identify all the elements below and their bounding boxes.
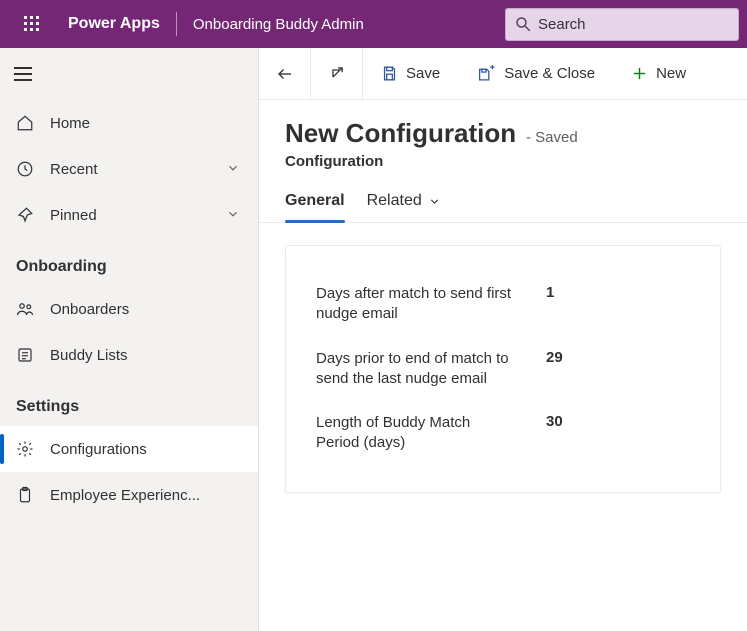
new-label: New xyxy=(656,65,686,82)
field-value[interactable]: 1 xyxy=(546,284,576,301)
save-close-label: Save & Close xyxy=(504,65,595,82)
save-close-icon xyxy=(476,65,496,82)
page-title: New Configuration xyxy=(285,118,516,148)
sidebar-group-onboarding: Onboarding xyxy=(0,238,258,286)
chevron-down-icon xyxy=(226,161,242,177)
sidebar-item-employee-experience[interactable]: Employee Experienc... xyxy=(0,472,258,518)
sidebar-item-label: Home xyxy=(50,115,242,132)
sidebar-item-label: Pinned xyxy=(50,207,226,224)
popout-icon xyxy=(328,65,345,82)
command-bar: Save Save & Close New xyxy=(259,48,747,100)
pin-icon xyxy=(16,206,42,224)
tab-label: General xyxy=(285,192,345,210)
tabs: General Related xyxy=(259,170,747,223)
page-header: New Configuration - Saved Configuration xyxy=(259,100,747,170)
header-divider xyxy=(176,12,177,36)
waffle-icon[interactable] xyxy=(8,0,56,48)
search-input[interactable] xyxy=(532,16,737,33)
search-icon xyxy=(514,15,532,33)
save-label: Save xyxy=(406,65,440,82)
plus-icon xyxy=(631,65,648,82)
sidebar-item-label: Employee Experienc... xyxy=(50,487,242,504)
sidebar-item-label: Buddy Lists xyxy=(50,347,242,364)
field-value[interactable]: 29 xyxy=(546,349,576,366)
sidebar-item-label: Recent xyxy=(50,161,226,178)
field-label: Length of Buddy Match Period (days) xyxy=(316,413,516,454)
tab-general[interactable]: General xyxy=(285,192,345,222)
field-row: Days after match to send first nudge ema… xyxy=(316,272,690,337)
sidebar-item-home[interactable]: Home xyxy=(0,100,258,146)
field-label: Days after match to send first nudge ema… xyxy=(316,284,516,325)
sidebar-item-pinned[interactable]: Pinned xyxy=(0,192,258,238)
sidebar-item-buddy-lists[interactable]: Buddy Lists xyxy=(0,332,258,378)
open-new-window-button[interactable] xyxy=(311,48,363,100)
clock-icon xyxy=(16,160,42,178)
sidebar-item-configurations[interactable]: Configurations xyxy=(0,426,258,472)
save-button[interactable]: Save xyxy=(363,48,458,100)
page-state: - Saved xyxy=(526,129,578,146)
entity-name: Configuration xyxy=(285,153,721,170)
tab-label: Related xyxy=(367,192,422,210)
chevron-down-icon xyxy=(226,207,242,223)
gear-icon xyxy=(16,440,42,458)
sidebar-item-label: Onboarders xyxy=(50,301,242,318)
sidebar-item-onboarders[interactable]: Onboarders xyxy=(0,286,258,332)
home-icon xyxy=(16,114,42,132)
list-icon xyxy=(16,346,42,364)
hamburger-icon[interactable] xyxy=(14,62,38,86)
field-value[interactable]: 30 xyxy=(546,413,576,430)
main-area: Save Save & Close New New Configuration … xyxy=(258,48,747,631)
sidebar-item-recent[interactable]: Recent xyxy=(0,146,258,192)
clipboard-icon xyxy=(16,486,42,504)
sidebar-group-settings: Settings xyxy=(0,378,258,426)
new-button[interactable]: New xyxy=(613,48,704,100)
sidebar: Home Recent Pinned Onboarding xyxy=(0,48,258,631)
chevron-down-icon xyxy=(428,195,441,208)
field-row: Length of Buddy Match Period (days) 30 xyxy=(316,401,690,466)
field-row: Days prior to end of match to send the l… xyxy=(316,337,690,402)
sidebar-item-label: Configurations xyxy=(50,441,242,458)
form-card: Days after match to send first nudge ema… xyxy=(285,245,721,493)
search-box[interactable] xyxy=(505,8,739,41)
arrow-left-icon xyxy=(276,65,294,83)
brand-label[interactable]: Power Apps xyxy=(56,15,172,33)
field-label: Days prior to end of match to send the l… xyxy=(316,349,516,390)
tab-related[interactable]: Related xyxy=(367,192,441,222)
app-header: Power Apps Onboarding Buddy Admin xyxy=(0,0,747,48)
save-close-button[interactable]: Save & Close xyxy=(458,48,613,100)
save-icon xyxy=(381,65,398,82)
people-icon xyxy=(16,300,42,318)
app-name-label: Onboarding Buddy Admin xyxy=(181,16,376,33)
back-button[interactable] xyxy=(259,48,311,100)
